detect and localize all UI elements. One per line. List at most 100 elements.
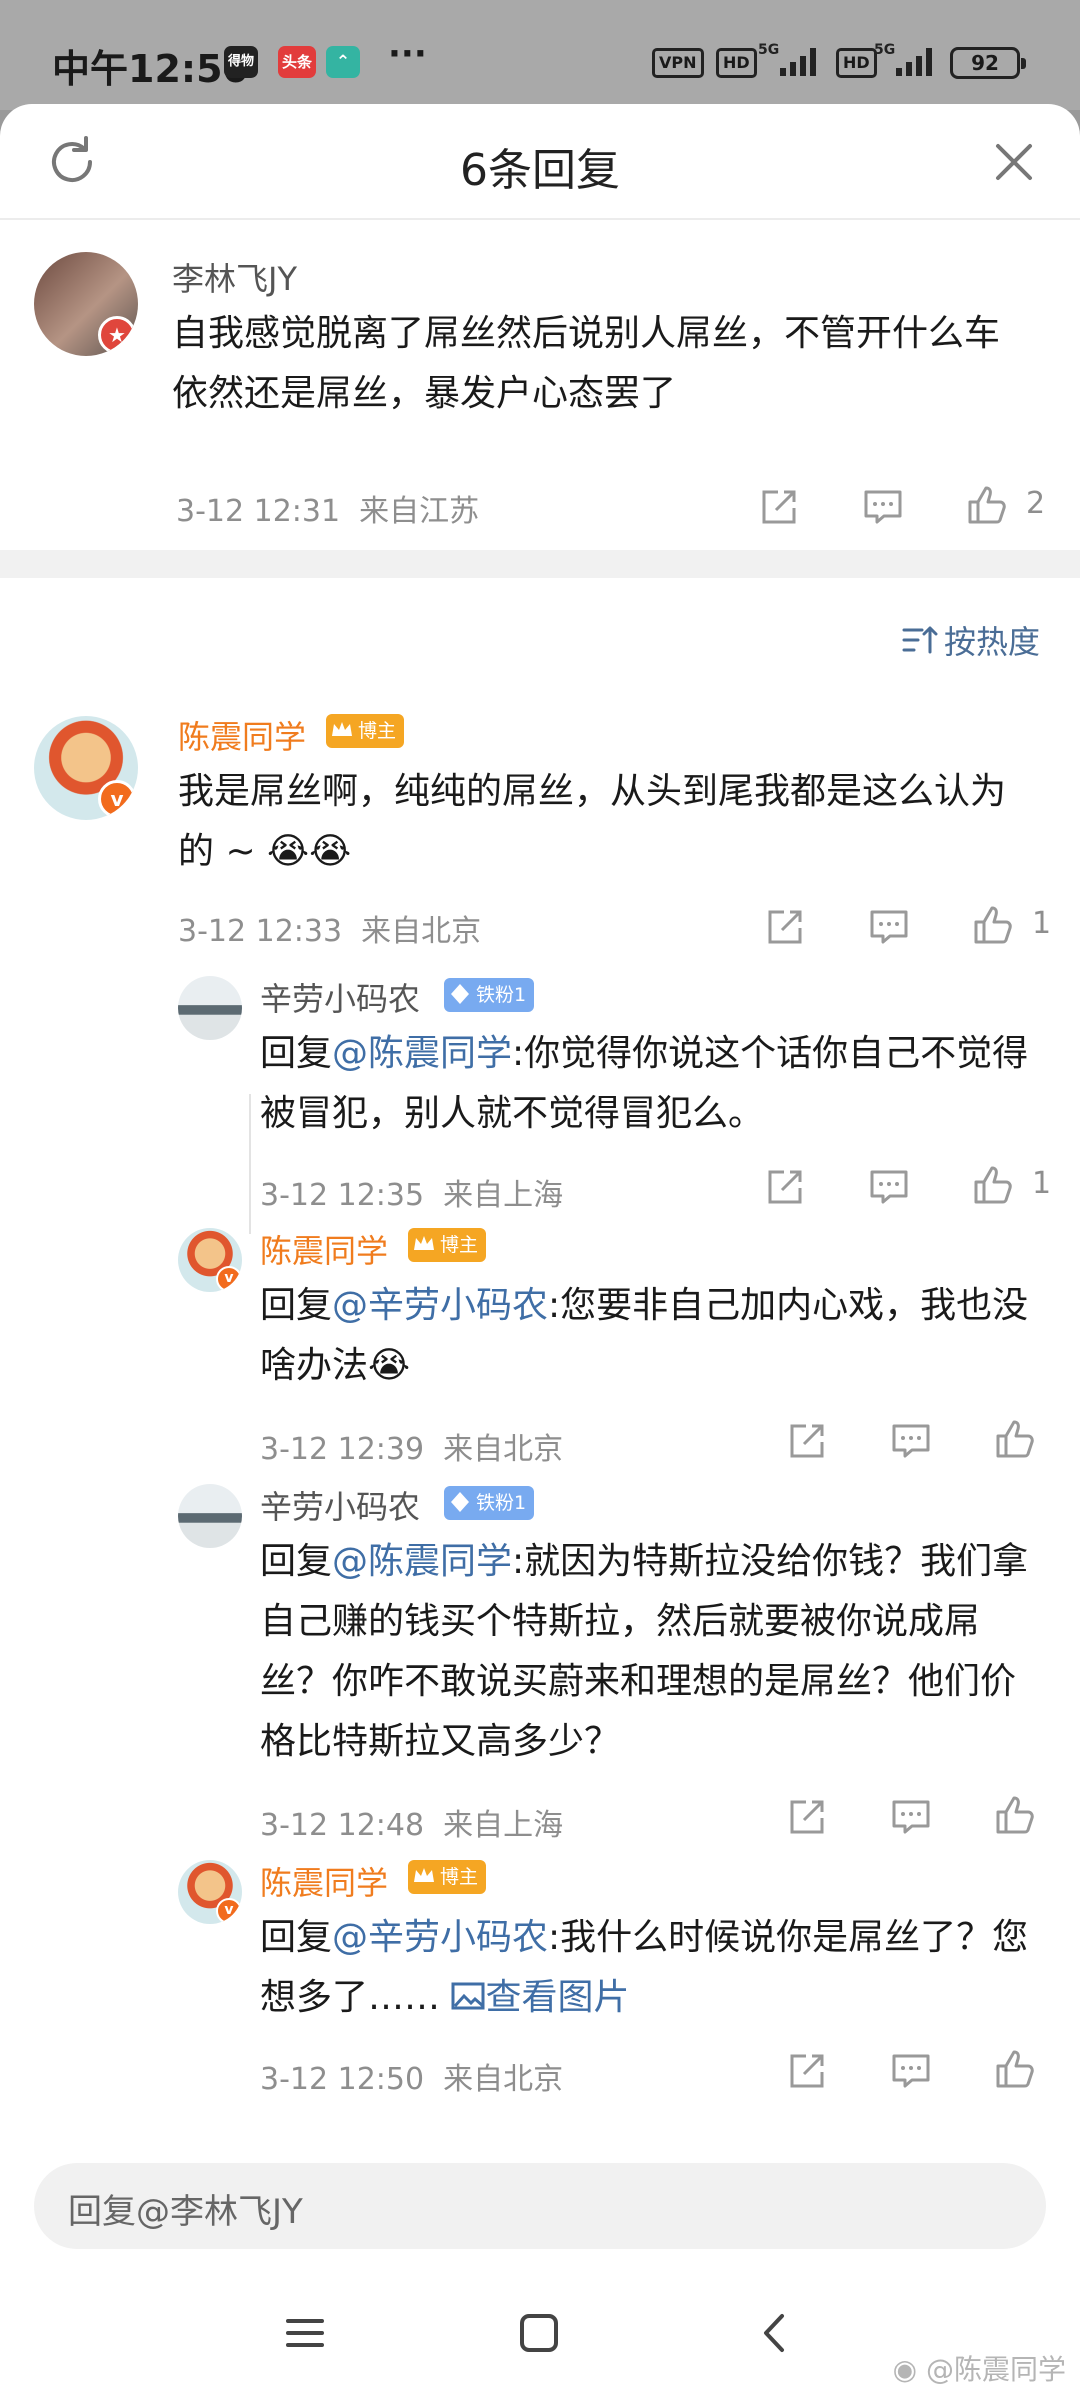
replies-sheet: 6条回复 ★ 李林飞JY 自我感觉脱离了屌丝然后说别人屌丝，不管开什么车依然还是…: [0, 104, 1080, 2400]
reply-time: 3-12 12:35: [260, 1178, 425, 1213]
menu-icon[interactable]: [280, 2308, 330, 2358]
view-image-label: 查看图片: [485, 1977, 630, 2018]
mention-link[interactable]: @陈震同学: [332, 1541, 512, 1582]
reply-username[interactable]: 陈震同学: [260, 1226, 388, 1272]
like-count: 2: [1026, 486, 1046, 521]
like-icon[interactable]: [970, 1162, 1016, 1208]
weibo-logo-icon: ◉: [892, 2353, 926, 2386]
avatar[interactable]: v: [178, 1228, 242, 1292]
like-icon[interactable]: [992, 1416, 1038, 1462]
mention-link[interactable]: @陈震同学: [332, 1033, 512, 1074]
host-badge-label: 博主: [440, 1866, 479, 1888]
status-time: 中午12:50: [52, 47, 249, 91]
share-icon[interactable]: [784, 2048, 830, 2094]
share-icon[interactable]: [756, 484, 802, 530]
comment-username[interactable]: 李林飞JY: [172, 254, 297, 300]
status-bar: 中午12:50 得物 头条 ⌃ ··· VPN HD 5G HD 5G 92: [0, 0, 1080, 110]
like-icon[interactable]: [964, 482, 1010, 528]
avatar[interactable]: [178, 1484, 242, 1548]
reply-username[interactable]: 辛劳小码农: [260, 1482, 420, 1528]
section-divider: [0, 550, 1080, 578]
comment-icon[interactable]: [888, 1418, 934, 1464]
crown-icon: [414, 1868, 434, 1882]
svg-text:5G: 5G: [874, 42, 895, 58]
comment-icon[interactable]: [888, 2048, 934, 2094]
svg-text:5G: 5G: [758, 42, 779, 58]
app-notification-icon-2: ⌃: [326, 46, 360, 78]
comment-icon[interactable]: [860, 484, 906, 530]
more-notifications-icon: ···: [388, 34, 427, 74]
reply-prefix: 回复: [260, 1285, 333, 1326]
reply-username[interactable]: 辛劳小码农: [260, 974, 420, 1020]
battery-icon: 92: [950, 47, 1026, 79]
share-icon[interactable]: [784, 1794, 830, 1840]
avatar[interactable]: ★: [34, 252, 138, 356]
watermark: ◉ @陈震同学: [893, 2348, 1066, 2388]
sheet-header: 6条回复: [0, 104, 1080, 220]
like-icon[interactable]: [992, 1792, 1038, 1838]
app-notification-icon: 得物: [224, 46, 258, 78]
reply-location: 来自北京: [443, 1432, 564, 1467]
reply-meta: 3-12 12:39 来自北京: [260, 1424, 563, 1468]
avatar[interactable]: [178, 976, 242, 1040]
diamond-icon: [451, 1492, 469, 1512]
reply-username[interactable]: 陈震同学: [260, 1858, 388, 1904]
comment-icon[interactable]: [866, 1164, 912, 1210]
watermark-text: @陈震同学: [925, 2353, 1066, 2386]
sort-label: 按热度: [943, 623, 1040, 661]
comment-time: 3-12 12:31: [176, 494, 341, 529]
vpn-icon: VPN: [652, 48, 704, 78]
reply-text: 回复@陈震同学:就因为特斯拉没给你钱？我们拿自己赚的钱买个特斯拉，然后就要被你说…: [260, 1532, 1050, 1772]
reply-location: 来自北京: [443, 2062, 564, 2097]
share-icon[interactable]: [784, 1418, 830, 1464]
thread-line: [249, 1094, 251, 1234]
fan-badge: 铁粉1: [444, 978, 535, 1012]
host-badge: 博主: [326, 714, 405, 748]
avatar[interactable]: v: [34, 716, 138, 820]
crown-icon: [414, 1236, 434, 1250]
share-icon[interactable]: [762, 904, 808, 950]
reply-input[interactable]: 回复@李林飞JY: [34, 2163, 1046, 2249]
close-icon[interactable]: [982, 130, 1046, 194]
comment-icon[interactable]: [866, 904, 912, 950]
back-icon[interactable]: [750, 2308, 800, 2358]
crown-icon: [332, 722, 352, 736]
like-icon[interactable]: [970, 902, 1016, 948]
signal-icon-2: 5G: [874, 42, 932, 76]
mention-link[interactable]: @辛劳小码农: [332, 1285, 548, 1326]
fan-badge-label: 铁粉1: [476, 1492, 527, 1514]
comment-text: 自我感觉脱离了屌丝然后说别人屌丝，不管开什么车依然还是屌丝，暴发户心态罢了: [172, 313, 1001, 414]
hd-icon-2: HD: [836, 48, 877, 78]
comment-location: 来自北京: [361, 914, 482, 949]
home-icon[interactable]: [514, 2308, 564, 2358]
verified-badge-icon: v: [216, 1266, 242, 1292]
comment-icon[interactable]: [888, 1794, 934, 1840]
hd-icon: HD: [716, 48, 757, 78]
comment-meta: 3-12 12:31 来自江苏: [176, 486, 479, 530]
comment-location: 来自江苏: [359, 494, 480, 529]
share-icon[interactable]: [762, 1164, 808, 1210]
reply-text: 回复@辛劳小码农:您要非自己加内心戏，我也没啥办法😭: [260, 1276, 1050, 1396]
host-badge-label: 博主: [440, 1234, 479, 1256]
reply-text: 回复@辛劳小码农:我什么时候说你是屌丝了？您想多了…… 查看图片: [260, 1908, 1050, 2028]
verified-badge-icon: v: [98, 780, 136, 818]
diamond-icon: [451, 984, 469, 1004]
view-image-link[interactable]: 查看图片: [451, 1977, 629, 2018]
comment-username[interactable]: 陈震同学: [178, 712, 306, 758]
like-icon[interactable]: [992, 2046, 1038, 2092]
reply-meta: 3-12 12:50 来自北京: [260, 2054, 563, 2098]
comment-time: 3-12 12:33: [178, 914, 343, 949]
reply-text: 回复@陈震同学:你觉得你说这个话你自己不觉得被冒犯，别人就不觉得冒犯么。: [260, 1024, 1050, 1144]
mention-link[interactable]: @辛劳小码农: [332, 1917, 548, 1958]
reply-meta: 3-12 12:35 来自上海: [260, 1170, 563, 1214]
reply-time: 3-12 12:39: [260, 1432, 425, 1467]
reply-time: 3-12 12:50: [260, 2062, 425, 2097]
signal-icon: 5G: [758, 42, 816, 76]
host-badge-label: 博主: [358, 720, 397, 742]
host-badge: 博主: [408, 1228, 487, 1262]
host-badge: 博主: [408, 1860, 487, 1894]
avatar[interactable]: v: [178, 1860, 242, 1924]
navigation-bar: ◉ @陈震同学: [0, 2270, 1080, 2400]
sort-by-hot-button[interactable]: 按热度: [902, 617, 1040, 663]
sheet-title: 6条回复: [460, 145, 620, 196]
